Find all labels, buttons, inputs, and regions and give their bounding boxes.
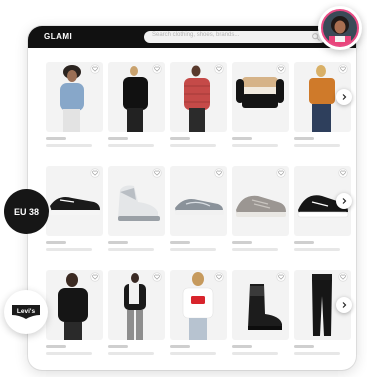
product-brand-placeholder [294, 345, 314, 348]
product-row-levis [16, 270, 351, 360]
product-brand-placeholder [108, 241, 128, 244]
product-card[interactable] [232, 62, 289, 147]
product-card[interactable] [108, 166, 165, 251]
product-price-placeholder [232, 144, 278, 147]
product-image-grey-runner[interactable] [170, 166, 227, 236]
product-card[interactable] [46, 270, 103, 355]
heart-icon[interactable] [91, 273, 99, 281]
product-brand-placeholder [46, 241, 66, 244]
heart-icon[interactable] [215, 273, 223, 281]
heart-icon[interactable] [215, 65, 223, 73]
product-brand-placeholder [46, 345, 66, 348]
product-brand-placeholder [46, 137, 66, 140]
product-image-white-high-top[interactable] [108, 166, 165, 236]
product-price-placeholder [108, 248, 154, 251]
product-price-placeholder [294, 144, 340, 147]
heart-icon[interactable] [153, 65, 161, 73]
heart-icon[interactable] [339, 169, 347, 177]
product-price-placeholder [170, 248, 216, 251]
product-image-colorblock-sweater[interactable] [232, 62, 289, 132]
product-card[interactable] [108, 62, 165, 147]
search-bar[interactable]: Search clothing, shoes, brands... [144, 31, 326, 43]
product-card[interactable] [46, 166, 103, 251]
product-image-black-sweatshirt[interactable] [46, 270, 103, 340]
product-card[interactable] [232, 166, 289, 251]
user-avatar[interactable] [318, 6, 362, 50]
product-card[interactable] [170, 270, 227, 355]
heart-icon[interactable] [91, 169, 99, 177]
product-image-black-sneaker[interactable] [46, 166, 103, 236]
product-price-placeholder [46, 144, 92, 147]
heart-icon[interactable] [277, 273, 285, 281]
product-brand-placeholder [170, 241, 190, 244]
product-price-placeholder [170, 144, 216, 147]
product-brand-placeholder [294, 241, 314, 244]
product-price-placeholder [46, 248, 92, 251]
heart-icon[interactable] [339, 65, 347, 73]
product-brand-placeholder [294, 137, 314, 140]
product-price-placeholder [170, 352, 216, 355]
heart-icon[interactable] [277, 65, 285, 73]
product-image-denim-jacket[interactable] [46, 62, 103, 132]
product-image-logo-tshirt[interactable] [170, 270, 227, 340]
product-price-placeholder [294, 352, 340, 355]
heart-icon[interactable] [91, 65, 99, 73]
heart-icon[interactable] [277, 169, 285, 177]
product-brand-placeholder [170, 137, 190, 140]
product-price-placeholder [232, 352, 278, 355]
product-brand-placeholder [108, 345, 128, 348]
product-price-placeholder [46, 352, 92, 355]
product-brand-placeholder [232, 345, 252, 348]
product-price-placeholder [108, 144, 154, 147]
product-image-chelsea-boot[interactable] [232, 270, 289, 340]
top-bar: GLAMI Search clothing, shoes, brands... [28, 26, 356, 48]
chevron-right-icon [342, 302, 347, 308]
product-brand-placeholder [232, 241, 252, 244]
product-image-taupe-sneaker[interactable] [232, 166, 289, 236]
heart-icon[interactable] [339, 273, 347, 281]
heart-icon[interactable] [215, 169, 223, 177]
svg-text:Levi's: Levi's [17, 308, 36, 315]
chevron-right-icon [342, 198, 347, 204]
product-card[interactable] [170, 166, 227, 251]
product-image-black-jacket[interactable] [108, 62, 165, 132]
product-card[interactable] [108, 270, 165, 355]
heart-icon[interactable] [153, 169, 161, 177]
product-row-sneakers [16, 166, 351, 256]
product-image-track-jacket[interactable] [108, 270, 165, 340]
next-arrow-button[interactable] [336, 297, 352, 313]
product-price-placeholder [294, 248, 340, 251]
product-card[interactable] [232, 270, 289, 355]
product-brand-placeholder [108, 137, 128, 140]
product-brand-placeholder [170, 345, 190, 348]
product-card[interactable] [46, 62, 103, 147]
product-row-clothing [16, 62, 351, 152]
product-brand-placeholder [232, 137, 252, 140]
product-card[interactable] [170, 62, 227, 147]
levis-brand-badge[interactable]: Levi's [4, 290, 48, 334]
brand-logo[interactable]: GLAMI [44, 32, 72, 41]
levis-logo: Levi's [12, 305, 40, 319]
chevron-right-icon [342, 94, 347, 100]
product-image-puffer-jacket[interactable] [170, 62, 227, 132]
search-placeholder: Search clothing, shoes, brands... [152, 32, 240, 38]
next-arrow-button[interactable] [336, 89, 352, 105]
product-price-placeholder [108, 352, 154, 355]
heart-icon[interactable] [153, 273, 161, 281]
size-filter-badge[interactable]: EU 38 [4, 189, 49, 234]
next-arrow-button[interactable] [336, 193, 352, 209]
product-price-placeholder [232, 248, 278, 251]
